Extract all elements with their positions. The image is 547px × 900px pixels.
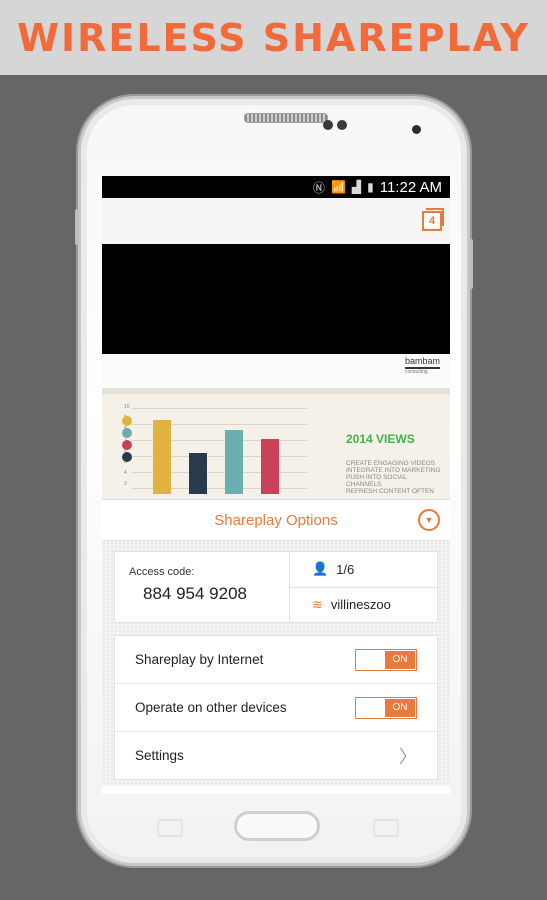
views-line: Integrate into marketing <box>346 467 441 474</box>
y-tick: 4 <box>124 470 127 476</box>
slide-header: bambam consulting <box>102 354 450 394</box>
setting-operate-other-devices[interactable]: Operate on other devices ON <box>115 683 437 731</box>
legend-dot <box>122 440 132 450</box>
wifi-icon: 📶 <box>330 180 346 194</box>
toggle-state: ON <box>385 698 415 717</box>
chart-bar <box>261 439 279 494</box>
setting-label: Shareplay by Internet <box>135 652 264 667</box>
views-line: channels <box>346 481 382 488</box>
views-panel: 2014 VIEWS Create engaging videos Integra… <box>344 394 450 499</box>
nfc-icon: Ⓝ <box>312 180 325 195</box>
chart-area: 109876543 <box>122 402 307 494</box>
views-line: Create engaging videos <box>346 460 436 467</box>
home-button[interactable] <box>234 811 320 841</box>
setting-settings[interactable]: Settings 〉 <box>115 731 437 779</box>
access-card: Access code: 884 954 9208 👤 1/6 ≋ villin… <box>114 551 438 623</box>
options-title: Shareplay Options <box>214 511 338 529</box>
volume-key <box>75 209 79 245</box>
brand-logo: bambam consulting <box>404 356 440 375</box>
recent-apps-key[interactable] <box>157 819 183 837</box>
chevron-right-icon: 〉 <box>399 746 417 767</box>
toggle-state: ON <box>385 650 415 669</box>
wifi-icon: ≋ <box>312 596 323 612</box>
users-count: 1/6 <box>336 561 355 577</box>
user-icon: 👤 <box>312 561 329 577</box>
legend-dot <box>122 416 132 426</box>
promo-banner: WIRELESS SHAREPLAY <box>0 0 547 75</box>
views-lines: Create engaging videos Integrate into mar… <box>346 460 440 495</box>
legend-dot <box>122 452 132 462</box>
collapse-icon[interactable]: ▼ <box>418 509 440 531</box>
slide-chart: 109876543 <box>102 394 344 499</box>
access-code-label: Access code: <box>129 566 195 578</box>
light-sensor <box>337 120 347 130</box>
access-info: 👤 1/6 ≋ villineszoo <box>290 552 437 622</box>
front-camera <box>412 125 421 134</box>
back-key[interactable] <box>373 819 399 837</box>
legend-dot <box>122 428 132 438</box>
brand-sub: consulting <box>404 369 428 375</box>
tab-count: 4 <box>428 215 436 227</box>
slide-content: 109876543 2014 VIEWS Create engaging vid… <box>102 394 450 500</box>
app-bar: 4 <box>102 198 450 244</box>
views-line: Refresh content often <box>346 488 434 495</box>
y-tick: 10 <box>124 404 130 410</box>
views-title: 2014 VIEWS <box>346 432 415 446</box>
slide-video-area[interactable] <box>102 244 450 354</box>
options-panel: Access code: 884 954 9208 👤 1/6 ≋ villin… <box>102 541 450 786</box>
y-tick: 3 <box>124 481 127 487</box>
status-time: 11:22 AM <box>379 178 442 196</box>
settings-card: Shareplay by Internet ON Operate on othe… <box>114 635 438 780</box>
access-code-value: 884 954 9208 <box>143 584 247 603</box>
status-bar: Ⓝ 📶 ▟ ▮ 11:22 AM <box>102 176 450 198</box>
operate-devices-toggle[interactable]: ON <box>355 696 417 719</box>
signal-icon: ▟ <box>351 180 362 194</box>
network-row: ≋ villineszoo <box>290 586 437 623</box>
proximity-sensor <box>323 120 333 130</box>
views-line: Push into social <box>346 474 407 481</box>
chart-bar <box>189 453 207 494</box>
battery-icon: ▮ <box>367 180 374 194</box>
shareplay-internet-toggle[interactable]: ON <box>355 648 417 671</box>
banner-title: WIRELESS SHAREPLAY <box>17 15 530 60</box>
tabs-icon[interactable]: 4 <box>422 208 444 231</box>
setting-shareplay-internet[interactable]: Shareplay by Internet ON <box>115 636 437 683</box>
power-key <box>469 239 473 289</box>
network-name: villineszoo <box>330 597 391 613</box>
chart-bar <box>153 420 171 494</box>
setting-label: Settings <box>135 748 184 763</box>
phone-frame: Ⓝ 📶 ▟ ▮ 11:22 AM 4 bambam consulting 109… <box>75 96 473 866</box>
phone-screen: Ⓝ 📶 ▟ ▮ 11:22 AM 4 bambam consulting 109… <box>102 176 450 794</box>
earpiece-speaker <box>244 113 328 123</box>
access-code-section: Access code: 884 954 9208 <box>115 552 290 622</box>
shareplay-options-header[interactable]: Shareplay Options ▼ <box>102 500 450 541</box>
setting-label: Operate on other devices <box>135 700 287 715</box>
users-row: 👤 1/6 <box>290 552 437 587</box>
chart-bar <box>225 430 243 494</box>
brand-name: bambam <box>404 356 440 366</box>
